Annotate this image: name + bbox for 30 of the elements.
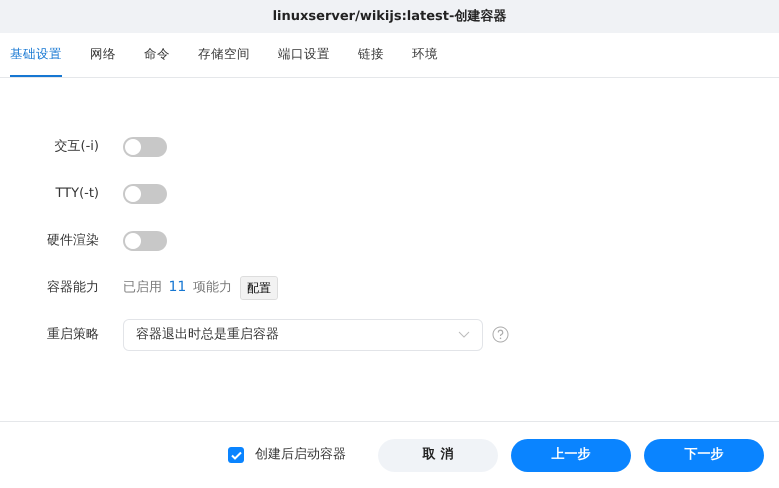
dropdown-field[interactable]: 容器退出时总是重启容器 [123,318,483,350]
cancel-button[interactable]: 取 消 [378,438,498,472]
config-button[interactable]: 配置 [240,276,278,300]
toggle-switch[interactable] [123,136,167,156]
toggle-switch[interactable] [123,184,167,204]
field-label: 交互(-i) [54,138,99,154]
field-label: 硬件渲染 [47,232,99,248]
tab[interactable]: 网络 [90,33,116,77]
checkbox[interactable] [228,447,244,463]
tab[interactable]: 端口设置 [278,33,330,77]
status-text: 已启用 [123,278,162,297]
help-icon[interactable] [492,326,509,343]
tab[interactable]: 命令 [144,33,170,77]
status-text: 项能力 [192,278,232,297]
primary-button[interactable]: 下一步 [644,438,764,472]
tab[interactable]: 基础设置 [10,33,62,77]
primary-button[interactable]: 上一步 [511,438,631,472]
tab[interactable]: 链接 [358,33,384,77]
chevron-down-icon [458,331,470,338]
tab[interactable]: 存储空间 [198,33,250,77]
field-label: 容器能力 [47,280,99,295]
field-label: 重启策略 [47,326,99,342]
field-label: TTY(-t) [55,186,99,201]
count-text: 11 [168,278,186,297]
toggle-switch[interactable] [123,230,167,250]
tab[interactable]: 环境 [412,33,438,77]
checkmark-icon [230,450,242,460]
window-title: linuxserver/wikijs:latest-创建容器 [0,0,779,33]
dropdown-value: 容器退出时总是重启容器 [136,326,279,344]
checkbox-label: 创建后启动容器 [255,446,346,464]
